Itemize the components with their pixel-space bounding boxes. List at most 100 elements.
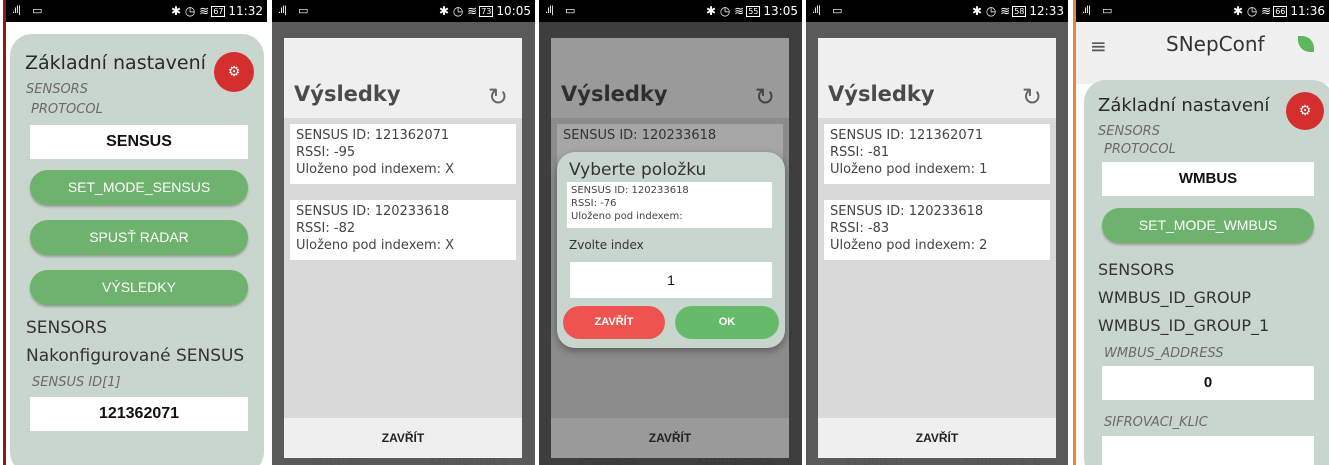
modal-result-item[interactable]: SENSUS ID: 120233618 RSSI: -76 Uloženo p… — [567, 182, 772, 228]
close-button[interactable]: ZAVŘÍT — [284, 418, 522, 458]
battery-icon: 73 — [479, 6, 494, 17]
bluetooth-icon: ✱ — [971, 4, 983, 18]
close-button[interactable]: ZAVŘÍT — [818, 418, 1056, 458]
close-button[interactable]: ZAVŘÍT — [551, 418, 789, 458]
settings-fab[interactable]: ⚙ — [214, 52, 254, 92]
result-item[interactable]: SENSUS ID: 121362071 RSSI: -81 Uloženo p… — [824, 124, 1050, 184]
signal-icon: .ıl| — [12, 5, 21, 16]
gears-icon: ⚙ — [1298, 103, 1312, 119]
result-id: SENSUS ID: 121362071 — [830, 128, 984, 143]
alarm-icon: ◷ — [985, 4, 997, 18]
screen-select-item: .ıl| ▭ ✱ ◷ ≋ 55 13:05 Připojení Konfigurac… — [539, 0, 802, 465]
result-id: SENSUS ID: 120233618 — [563, 128, 717, 143]
cancel-button[interactable]: ZAVŘÍT — [563, 306, 665, 339]
screen-icon: ▭ — [1102, 4, 1113, 17]
refresh-icon[interactable]: ↻ — [488, 83, 508, 111]
screen-results-saved: .ıl| ▭ ✱ ◷ ≋ 58 12:33 Připojení Konfigurac… — [806, 0, 1068, 465]
status-bar: .ıl| ▭ ✱ ◷ ≋ 67 11:32 — [6, 0, 267, 22]
modal-title: Vyberte položku — [569, 160, 707, 180]
battery-icon: 67 — [211, 6, 226, 17]
sensors-heading: SENSORS — [26, 318, 108, 338]
refresh-icon[interactable]: ↻ — [755, 83, 775, 111]
result-id: SENSUS ID: 121362071 — [296, 128, 450, 143]
start-radar-button[interactable]: SPUSŤ RADAR — [30, 220, 248, 255]
modal-result-rssi: RSSI: -76 — [571, 198, 617, 209]
set-mode-button[interactable]: SET_MODE_SENSUS — [30, 170, 248, 205]
clock: 12:33 — [1029, 4, 1064, 18]
alarm-icon: ◷ — [1246, 4, 1258, 18]
alarm-icon: ◷ — [452, 4, 464, 18]
encryption-key-field[interactable] — [1102, 436, 1314, 465]
bluetooth-icon: ✱ — [170, 4, 182, 18]
status-bar: .ıl| ▭ ✱ ◷ ≋ 55 13:05 — [539, 0, 802, 22]
clock: 13:05 — [763, 4, 798, 18]
results-button[interactable]: VÝSLEDKY — [30, 270, 248, 305]
index-input[interactable]: 1 — [570, 262, 772, 298]
alarm-icon: ◷ — [719, 4, 731, 18]
dialog-title: Výsledky — [828, 82, 935, 106]
protocol-select[interactable]: WMBUS — [1102, 162, 1314, 196]
clock: 10:05 — [496, 4, 531, 18]
result-index: Uloženo pod indexem: 2 — [830, 238, 988, 253]
status-bar: .ıl| ▭ ✱ ◷ ≋ 73 10:05 — [272, 0, 535, 22]
set-mode-button[interactable]: SET_MODE_WMBUS — [1102, 208, 1314, 243]
result-rssi: RSSI: -83 — [830, 221, 890, 236]
sensors-label: SENSORS — [26, 82, 88, 97]
protocol-label: PROTOCOL — [31, 102, 103, 117]
bluetooth-icon: ✱ — [438, 4, 450, 18]
modal-result-index: Uloženo pod indexem: — [571, 211, 683, 222]
select-item-modal: Vyberte položku SENSUS ID: 120233618 RSS… — [557, 152, 785, 348]
alarm-icon: ◷ — [184, 4, 196, 18]
settings-fab[interactable]: ⚙ — [1286, 92, 1324, 130]
sensors-heading: SENSORS — [1098, 260, 1175, 279]
bluetooth-icon: ✱ — [1232, 4, 1244, 18]
screen-basic-settings-sensus: .ıl| ▭ ✱ ◷ ≋ 67 11:32 Základní nastavení ⚙… — [3, 0, 267, 465]
battery-icon: 66 — [1273, 6, 1288, 17]
leaf-icon — [1298, 36, 1314, 52]
screen-icon: ▭ — [565, 4, 576, 17]
signal-icon: .ıl| — [545, 5, 554, 16]
refresh-icon[interactable]: ↻ — [1022, 83, 1042, 111]
app-title: SNepConf — [1166, 32, 1265, 56]
encryption-key-label: SIFROVACI_KLIC — [1104, 415, 1208, 430]
screen-results: .ıl| ▭ ✱ ◷ ≋ 73 10:05 Připojení Konfigurac… — [272, 0, 535, 465]
ok-button[interactable]: OK — [675, 306, 779, 339]
wmbus-address-field[interactable]: 0 — [1102, 366, 1314, 400]
result-id: SENSUS ID: 120233618 — [830, 204, 984, 219]
dialog-title: Výsledky — [561, 82, 668, 106]
protocol-label: PROTOCOL — [1104, 142, 1176, 157]
result-index: Uloženo pod indexem: X — [296, 238, 455, 253]
screen-basic-settings-wmbus: .ıl| ▭ ✱ ◷ ≋ 66 11:36 ≡ SNepConf Základní … — [1073, 0, 1329, 465]
result-rssi: RSSI: -95 — [296, 145, 356, 160]
result-rssi: RSSI: -82 — [296, 221, 356, 236]
page-title: Základní nastavení — [25, 52, 206, 74]
sensors-label: SENSORS — [1098, 124, 1160, 139]
wifi-icon: ≋ — [199, 4, 210, 18]
status-bar: .ıl| ▭ ✱ ◷ ≋ 58 12:33 — [806, 0, 1068, 22]
wifi-icon: ≋ — [467, 4, 478, 18]
clock: 11:32 — [228, 4, 263, 18]
configured-sensus-heading: Nakonfigurované SENSUS — [26, 346, 245, 366]
signal-icon: .ıl| — [278, 5, 287, 16]
wmbus-address-label: WMBUS_ADDRESS — [1104, 346, 1224, 361]
protocol-select[interactable]: SENSUS — [30, 125, 248, 159]
dialog-title: Výsledky — [294, 82, 401, 106]
result-item[interactable]: SENSUS ID: 120233618 RSSI: -82 Uloženo p… — [290, 200, 516, 260]
bluetooth-icon: ✱ — [705, 4, 717, 18]
status-bar: .ıl| ▭ ✱ ◷ ≋ 66 11:36 — [1076, 0, 1329, 22]
wmbus-id-group-heading: WMBUS_ID_GROUP — [1098, 288, 1251, 307]
result-item[interactable]: SENSUS ID: 121362071 RSSI: -95 Uloženo p… — [290, 124, 516, 184]
results-dialog: Výsledky ↻ SENSUS ID: 121362071 RSSI: -8… — [818, 38, 1056, 458]
battery-icon: 58 — [1012, 6, 1027, 17]
result-item[interactable]: SENSUS ID: 120233618 RSSI: -83 Uloženo p… — [824, 200, 1050, 260]
clock: 11:36 — [1290, 4, 1325, 18]
sensus-id-field[interactable]: 121362071 — [30, 397, 248, 431]
sensus-id-label: SENSUS ID[1] — [32, 375, 121, 390]
wifi-icon: ≋ — [734, 4, 745, 18]
menu-icon[interactable]: ≡ — [1090, 34, 1107, 58]
wifi-icon: ≋ — [1261, 4, 1272, 18]
battery-icon: 55 — [746, 6, 761, 17]
result-rssi: RSSI: -81 — [830, 145, 890, 160]
signal-icon: .ıl| — [1082, 5, 1091, 16]
wifi-icon: ≋ — [1000, 4, 1011, 18]
